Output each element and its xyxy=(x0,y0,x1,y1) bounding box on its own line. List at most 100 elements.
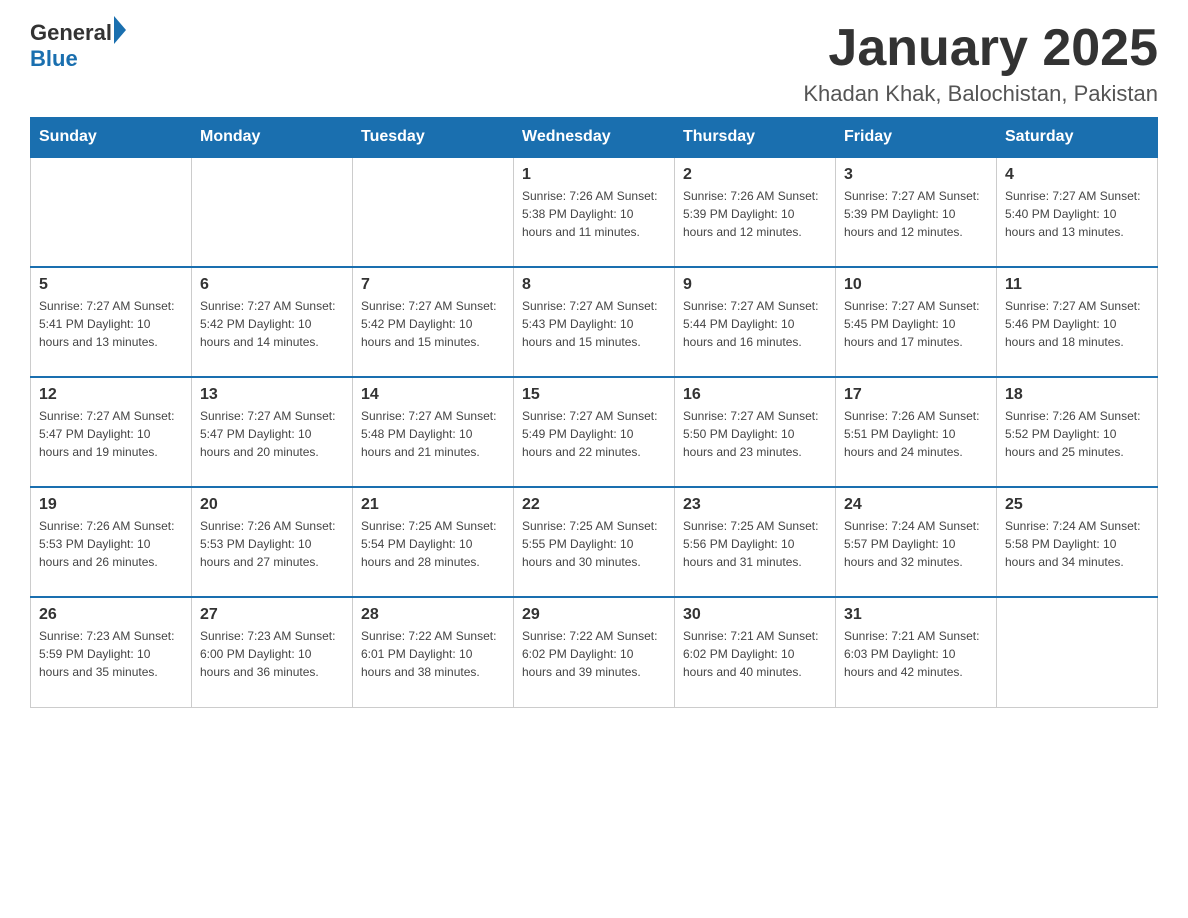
day-info: Sunrise: 7:26 AM Sunset: 5:51 PM Dayligh… xyxy=(844,407,988,461)
day-number: 12 xyxy=(39,386,183,404)
calendar-cell: 3 Sunrise: 7:27 AM Sunset: 5:39 PM Daylig… xyxy=(836,157,997,267)
day-info: Sunrise: 7:27 AM Sunset: 5:48 PM Dayligh… xyxy=(361,407,505,461)
day-number: 22 xyxy=(522,496,666,514)
day-info: Sunrise: 7:26 AM Sunset: 5:53 PM Dayligh… xyxy=(200,517,344,571)
logo-blue-text: Blue xyxy=(30,46,78,72)
logo-general-text: General xyxy=(30,20,112,46)
day-of-week-header: Friday xyxy=(836,118,997,158)
calendar-cell: 14 Sunrise: 7:27 AM Sunset: 5:48 PM Dayli… xyxy=(353,377,514,487)
day-number: 7 xyxy=(361,276,505,294)
calendar-table: SundayMondayTuesdayWednesdayThursdayFrid… xyxy=(30,117,1158,708)
day-info: Sunrise: 7:21 AM Sunset: 6:02 PM Dayligh… xyxy=(683,627,827,681)
calendar-cell: 26 Sunrise: 7:23 AM Sunset: 5:59 PM Dayli… xyxy=(31,597,192,707)
day-info: Sunrise: 7:27 AM Sunset: 5:43 PM Dayligh… xyxy=(522,297,666,351)
calendar-cell: 9 Sunrise: 7:27 AM Sunset: 5:44 PM Daylig… xyxy=(675,267,836,377)
day-number: 13 xyxy=(200,386,344,404)
calendar-cell: 31 Sunrise: 7:21 AM Sunset: 6:03 PM Dayli… xyxy=(836,597,997,707)
day-info: Sunrise: 7:26 AM Sunset: 5:39 PM Dayligh… xyxy=(683,187,827,241)
day-info: Sunrise: 7:27 AM Sunset: 5:46 PM Dayligh… xyxy=(1005,297,1149,351)
day-info: Sunrise: 7:27 AM Sunset: 5:40 PM Dayligh… xyxy=(1005,187,1149,241)
calendar-cell: 8 Sunrise: 7:27 AM Sunset: 5:43 PM Daylig… xyxy=(514,267,675,377)
calendar-cell: 29Sunrise: 7:22 AM Sunset: 6:02 PM Dayli… xyxy=(514,597,675,707)
day-info: Sunrise: 7:23 AM Sunset: 5:59 PM Dayligh… xyxy=(39,627,183,681)
day-info: Sunrise: 7:25 AM Sunset: 5:54 PM Dayligh… xyxy=(361,517,505,571)
calendar-week-row: 5Sunrise: 7:27 AM Sunset: 5:41 PM Daylig… xyxy=(31,267,1158,377)
day-number: 28 xyxy=(361,606,505,624)
calendar-cell: 18Sunrise: 7:26 AM Sunset: 5:52 PM Dayli… xyxy=(997,377,1158,487)
calendar-cell: 22 Sunrise: 7:25 AM Sunset: 5:55 PM Dayli… xyxy=(514,487,675,597)
day-info: Sunrise: 7:27 AM Sunset: 5:42 PM Dayligh… xyxy=(361,297,505,351)
day-info: Sunrise: 7:25 AM Sunset: 5:56 PM Dayligh… xyxy=(683,517,827,571)
calendar-cell: 1Sunrise: 7:26 AM Sunset: 5:38 PM Daylig… xyxy=(514,157,675,267)
day-number: 14 xyxy=(361,386,505,404)
day-info: Sunrise: 7:24 AM Sunset: 5:57 PM Dayligh… xyxy=(844,517,988,571)
day-number: 27 xyxy=(200,606,344,624)
day-number: 20 xyxy=(200,496,344,514)
day-info: Sunrise: 7:27 AM Sunset: 5:39 PM Dayligh… xyxy=(844,187,988,241)
logo-arrow-icon xyxy=(114,16,126,44)
calendar-cell: 15Sunrise: 7:27 AM Sunset: 5:49 PM Dayli… xyxy=(514,377,675,487)
calendar-cell: 20 Sunrise: 7:26 AM Sunset: 5:53 PM Dayli… xyxy=(192,487,353,597)
day-number: 1 xyxy=(522,166,666,184)
day-number: 2 xyxy=(683,166,827,184)
calendar-cell: 6 Sunrise: 7:27 AM Sunset: 5:42 PM Daylig… xyxy=(192,267,353,377)
calendar-cell: 16 Sunrise: 7:27 AM Sunset: 5:50 PM Dayli… xyxy=(675,377,836,487)
day-of-week-header: Wednesday xyxy=(514,118,675,158)
day-number: 23 xyxy=(683,496,827,514)
day-info: Sunrise: 7:21 AM Sunset: 6:03 PM Dayligh… xyxy=(844,627,988,681)
day-info: Sunrise: 7:27 AM Sunset: 5:50 PM Dayligh… xyxy=(683,407,827,461)
day-info: Sunrise: 7:25 AM Sunset: 5:55 PM Dayligh… xyxy=(522,517,666,571)
calendar-week-row: 12 Sunrise: 7:27 AM Sunset: 5:47 PM Dayli… xyxy=(31,377,1158,487)
day-of-week-header: Sunday xyxy=(31,118,192,158)
calendar-cell xyxy=(192,157,353,267)
day-info: Sunrise: 7:26 AM Sunset: 5:53 PM Dayligh… xyxy=(39,517,183,571)
calendar-week-row: 26 Sunrise: 7:23 AM Sunset: 5:59 PM Dayli… xyxy=(31,597,1158,707)
calendar-cell xyxy=(353,157,514,267)
day-number: 16 xyxy=(683,386,827,404)
calendar-cell: 21 Sunrise: 7:25 AM Sunset: 5:54 PM Dayli… xyxy=(353,487,514,597)
day-number: 19 xyxy=(39,496,183,514)
day-number: 21 xyxy=(361,496,505,514)
day-number: 4 xyxy=(1005,166,1149,184)
calendar-cell: 7 Sunrise: 7:27 AM Sunset: 5:42 PM Daylig… xyxy=(353,267,514,377)
day-of-week-header: Tuesday xyxy=(353,118,514,158)
day-number: 31 xyxy=(844,606,988,624)
day-of-week-header: Monday xyxy=(192,118,353,158)
calendar-subtitle: Khadan Khak, Balochistan, Pakistan xyxy=(803,81,1158,107)
day-info: Sunrise: 7:27 AM Sunset: 5:42 PM Dayligh… xyxy=(200,297,344,351)
day-info: Sunrise: 7:27 AM Sunset: 5:44 PM Dayligh… xyxy=(683,297,827,351)
day-number: 3 xyxy=(844,166,988,184)
day-info: Sunrise: 7:27 AM Sunset: 5:47 PM Dayligh… xyxy=(39,407,183,461)
calendar-cell: 19 Sunrise: 7:26 AM Sunset: 5:53 PM Dayli… xyxy=(31,487,192,597)
day-info: Sunrise: 7:22 AM Sunset: 6:01 PM Dayligh… xyxy=(361,627,505,681)
calendar-cell: 10Sunrise: 7:27 AM Sunset: 5:45 PM Dayli… xyxy=(836,267,997,377)
day-number: 15 xyxy=(522,386,666,404)
calendar-title: January 2025 xyxy=(803,20,1158,77)
day-info: Sunrise: 7:24 AM Sunset: 5:58 PM Dayligh… xyxy=(1005,517,1149,571)
day-number: 26 xyxy=(39,606,183,624)
day-info: Sunrise: 7:22 AM Sunset: 6:02 PM Dayligh… xyxy=(522,627,666,681)
calendar-cell: 5Sunrise: 7:27 AM Sunset: 5:41 PM Daylig… xyxy=(31,267,192,377)
calendar-cell: 24 Sunrise: 7:24 AM Sunset: 5:57 PM Dayli… xyxy=(836,487,997,597)
calendar-cell: 4 Sunrise: 7:27 AM Sunset: 5:40 PM Daylig… xyxy=(997,157,1158,267)
day-number: 10 xyxy=(844,276,988,294)
calendar-week-row: 19 Sunrise: 7:26 AM Sunset: 5:53 PM Dayli… xyxy=(31,487,1158,597)
calendar-cell: 17 Sunrise: 7:26 AM Sunset: 5:51 PM Dayli… xyxy=(836,377,997,487)
calendar-cell xyxy=(997,597,1158,707)
day-number: 18 xyxy=(1005,386,1149,404)
day-number: 24 xyxy=(844,496,988,514)
calendar-cell: 23 Sunrise: 7:25 AM Sunset: 5:56 PM Dayli… xyxy=(675,487,836,597)
day-number: 25 xyxy=(1005,496,1149,514)
day-number: 9 xyxy=(683,276,827,294)
calendar-cell: 25 Sunrise: 7:24 AM Sunset: 5:58 PM Dayli… xyxy=(997,487,1158,597)
calendar-cell: 27Sunrise: 7:23 AM Sunset: 6:00 PM Dayli… xyxy=(192,597,353,707)
day-number: 30 xyxy=(683,606,827,624)
day-number: 17 xyxy=(844,386,988,404)
day-of-week-header: Saturday xyxy=(997,118,1158,158)
calendar-cell: 28 Sunrise: 7:22 AM Sunset: 6:01 PM Dayli… xyxy=(353,597,514,707)
calendar-cell: 12 Sunrise: 7:27 AM Sunset: 5:47 PM Dayli… xyxy=(31,377,192,487)
day-number: 6 xyxy=(200,276,344,294)
calendar-header-row: SundayMondayTuesdayWednesdayThursdayFrid… xyxy=(31,118,1158,158)
day-number: 8 xyxy=(522,276,666,294)
day-info: Sunrise: 7:27 AM Sunset: 5:47 PM Dayligh… xyxy=(200,407,344,461)
